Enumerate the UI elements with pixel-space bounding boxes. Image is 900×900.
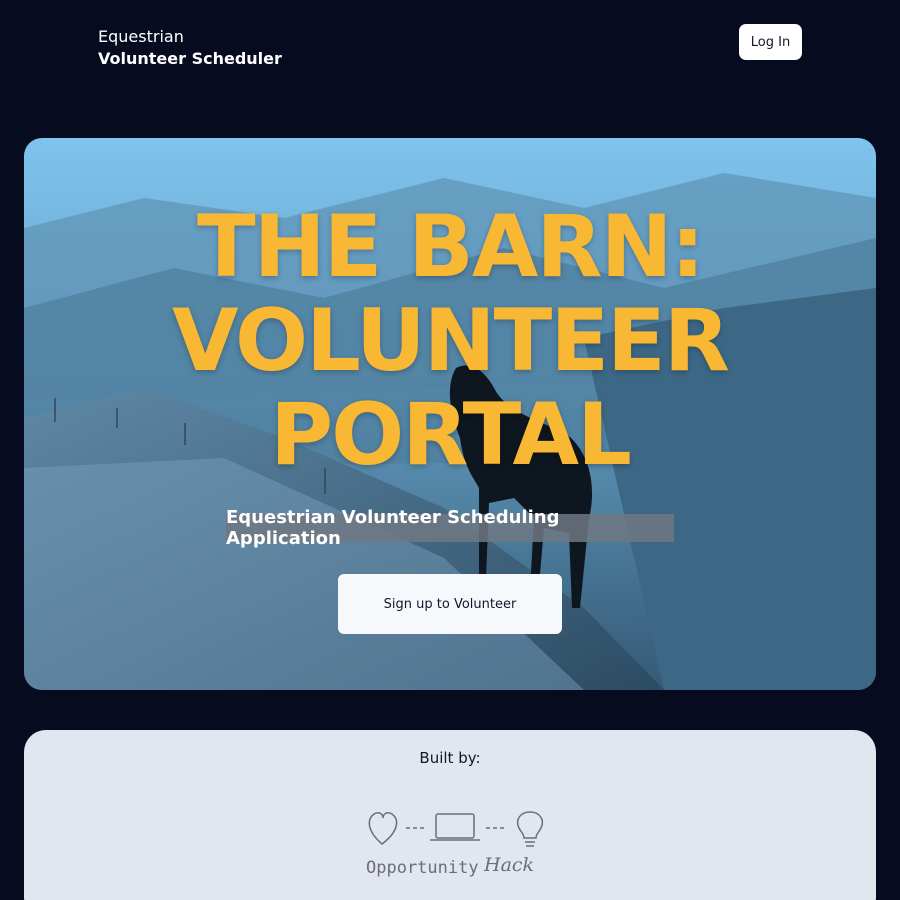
hero-title-line2: VOLUNTEER	[171, 291, 730, 391]
hero-title-line3: PORTAL	[270, 385, 632, 485]
hero-title: THE BARN: VOLUNTEER PORTAL	[24, 200, 876, 482]
built-by-label: Built by:	[419, 749, 481, 767]
brand: Equestrian Volunteer Scheduler	[98, 27, 282, 71]
brand-line1: Equestrian	[98, 27, 184, 46]
brand-line2: Volunteer Scheduler	[98, 49, 282, 68]
logo-word-opportunity: Opportunity	[366, 858, 479, 878]
opportunity-hack-logo[interactable]	[364, 808, 564, 852]
heart-icon	[368, 812, 398, 845]
built-by-card: Built by: Opportunity Hack	[24, 730, 876, 900]
laptop-icon	[435, 813, 475, 839]
lightbulb-icon	[516, 811, 544, 839]
hero-title-line1: THE BARN:	[196, 197, 705, 297]
hero-subtitle: Equestrian Volunteer Scheduling Applicat…	[226, 507, 674, 549]
login-button[interactable]: Log In	[739, 24, 802, 60]
signup-button[interactable]: Sign up to Volunteer	[338, 574, 562, 634]
hero-banner: THE BARN: VOLUNTEER PORTAL Equestrian Vo…	[24, 138, 876, 690]
logo-word-hack: Hack	[484, 854, 535, 876]
